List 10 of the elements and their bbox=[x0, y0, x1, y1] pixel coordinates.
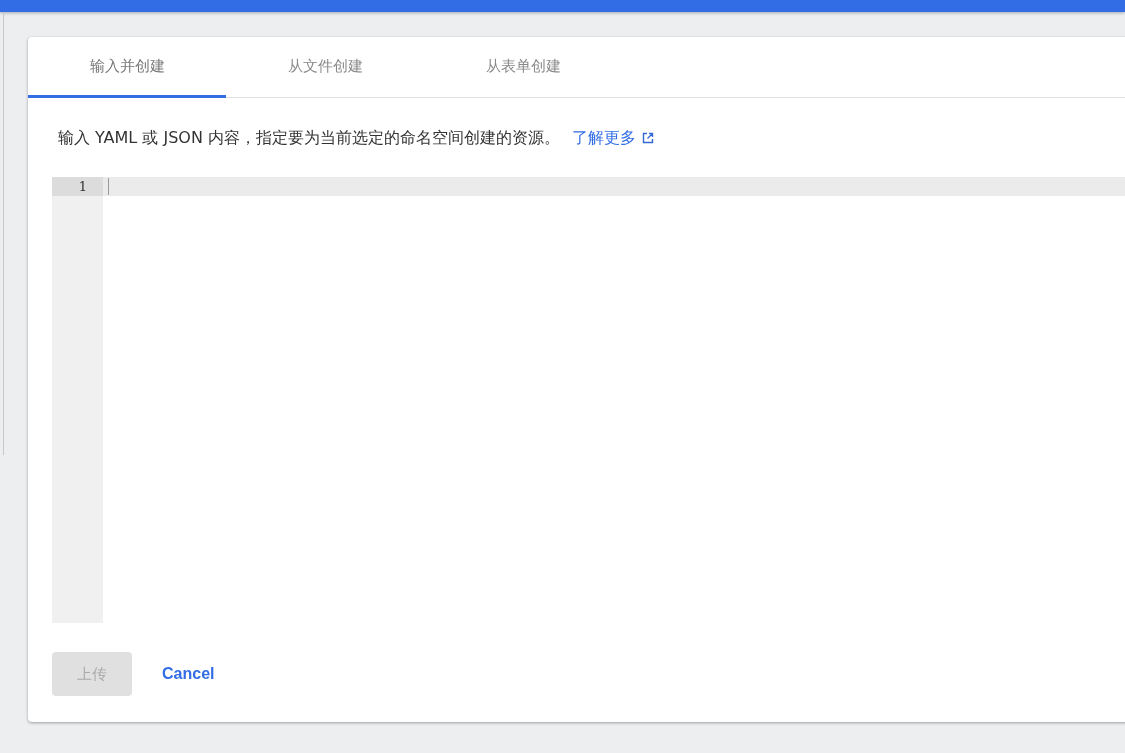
cancel-button[interactable]: Cancel bbox=[152, 657, 225, 691]
external-link-icon bbox=[642, 132, 654, 144]
tab[interactable]: 从文件创建 bbox=[226, 37, 424, 98]
code-editor[interactable]: 1 bbox=[52, 177, 1125, 623]
learn-more-link[interactable]: 了解更多 bbox=[572, 127, 636, 149]
tab[interactable]: 从表单创建 bbox=[424, 37, 622, 98]
line-number: 1 bbox=[52, 177, 103, 196]
description-text: 输入 YAML 或 JSON 内容，指定要为当前选定的命名空间创建的资源。 bbox=[58, 127, 560, 149]
tab[interactable]: 输入并创建 bbox=[28, 37, 226, 98]
text-cursor bbox=[108, 178, 109, 195]
